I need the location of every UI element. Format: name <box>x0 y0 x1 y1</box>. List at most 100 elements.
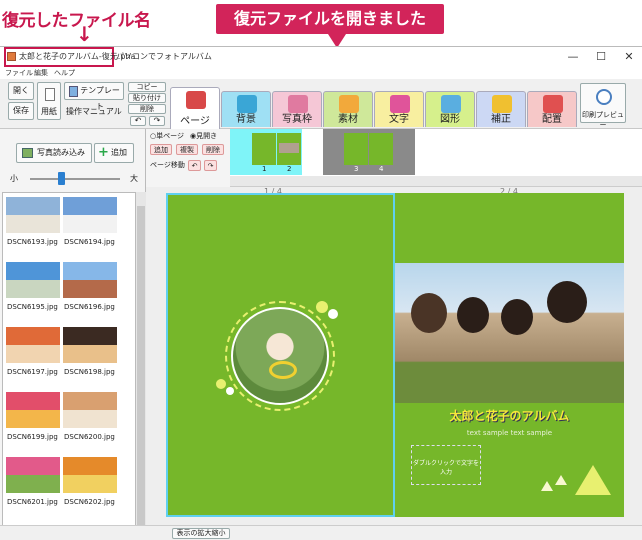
page-thumb-4[interactable] <box>369 133 393 165</box>
load-photos-button[interactable]: 写真読み込み <box>16 143 92 163</box>
maximize-button[interactable]: ☐ <box>594 50 608 63</box>
add-page-button[interactable]: 追加 <box>150 144 172 155</box>
strip-scrollbar[interactable] <box>230 176 642 186</box>
plus-icon: + <box>98 145 109 160</box>
spread-radio[interactable]: ◉見開き <box>190 131 217 141</box>
tab-correction[interactable]: 補正 <box>476 91 526 127</box>
delete-button[interactable]: 削除 <box>128 104 166 114</box>
photo-thumbnail[interactable] <box>63 392 117 428</box>
photo-thumbnail[interactable] <box>63 197 117 233</box>
toolbar: 開く 保存 用紙 テンプレート 操作マニュアル コピー 貼り付け 削除 ↶ ↷ … <box>0 79 642 129</box>
open-button[interactable]: 開く <box>8 82 34 100</box>
single-page-radio[interactable]: ○単ページ <box>150 131 184 141</box>
tab-photo-frame[interactable]: 写真枠 <box>272 91 322 127</box>
page-thumb-2[interactable] <box>277 133 301 165</box>
decor-dot <box>328 309 338 319</box>
photo-filename: DSCN6193.jpg <box>7 238 58 246</box>
photo-scrollbar[interactable] <box>136 192 146 527</box>
group-photo[interactable] <box>395 263 624 403</box>
photo-thumbnail[interactable] <box>63 262 117 298</box>
page-num-2: 2 <box>287 165 292 173</box>
duplicate-page-button[interactable]: 複製 <box>176 144 198 155</box>
print-preview-button[interactable]: 印刷プレビュー <box>580 83 626 129</box>
thumbnail-size-slider[interactable] <box>30 178 120 180</box>
photo-thumbnail[interactable] <box>6 392 60 428</box>
tab-label: 配置 <box>542 114 562 125</box>
tab-label: 図形 <box>440 114 460 125</box>
paper-button[interactable]: 用紙 <box>37 82 61 120</box>
left-page[interactable] <box>166 193 395 517</box>
page-thumb-1[interactable] <box>252 133 276 165</box>
decor-dot <box>316 301 328 313</box>
tab-label: 背景 <box>236 114 256 125</box>
move-right-icon[interactable]: ↷ <box>204 160 217 171</box>
tab-label: 素材 <box>338 114 358 125</box>
print-preview-label: 印刷プレビュー <box>582 111 624 129</box>
load-photos-label: 写真読み込み <box>37 148 85 157</box>
undo-button[interactable]: ↶ <box>130 116 146 126</box>
photo-thumbnail-grid: DSCN6193.jpg DSCN6194.jpg DSCN6195.jpg DSCN… <box>2 192 136 527</box>
delete-page-button[interactable]: 削除 <box>202 144 224 155</box>
text-input-box[interactable]: ダブルクリックで文字を入力 <box>411 445 481 485</box>
photo-panel: 写真読み込み + 追加 小 大 DSCN6193.jpg DSCN6194.jpg… <box>0 129 146 529</box>
photo-filename: DSCN6198.jpg <box>64 368 115 376</box>
child-photo-frame[interactable] <box>231 307 329 405</box>
tab-page[interactable]: ページ <box>170 87 220 129</box>
photo-thumbnail[interactable] <box>6 262 60 298</box>
photo-filename: DSCN6195.jpg <box>7 303 58 311</box>
photo-filename: DSCN6202.jpg <box>64 498 115 506</box>
triangle-decoration <box>575 465 611 495</box>
restored-opened-banner: 復元ファイルを開きました <box>216 4 444 34</box>
right-page[interactable]: 太郎と花子のアルバム text sample text sample ダブルクリ… <box>395 193 624 517</box>
photo-filename: DSCN6197.jpg <box>7 368 58 376</box>
slider-handle[interactable] <box>58 172 65 185</box>
menu-file[interactable]: ファイル <box>5 68 33 78</box>
photo-icon <box>22 148 33 158</box>
app-icon <box>7 52 16 61</box>
tab-background[interactable]: 背景 <box>221 91 271 127</box>
scroll-thumb[interactable] <box>137 206 145 526</box>
paper-label: 用紙 <box>41 107 57 116</box>
redo-button[interactable]: ↷ <box>149 116 165 126</box>
page-move-label: ページ移動 <box>150 161 185 169</box>
menu-edit[interactable]: 編集 <box>34 68 48 78</box>
photo-thumbnail[interactable] <box>63 457 117 493</box>
album-title-text[interactable]: 太郎と花子のアルバム <box>395 407 624 424</box>
tab-material[interactable]: 素材 <box>323 91 373 127</box>
size-large-label: 大 <box>130 174 138 183</box>
size-small-label: 小 <box>10 174 18 183</box>
tab-label: 補正 <box>491 114 511 125</box>
photo-thumbnail[interactable] <box>63 327 117 363</box>
template-icon <box>69 86 78 97</box>
page-thumb-3[interactable] <box>344 133 368 165</box>
menu-help[interactable]: ヘルプ <box>54 68 75 78</box>
tab-shape[interactable]: 図形 <box>425 91 475 127</box>
move-left-icon[interactable]: ↶ <box>188 160 201 171</box>
tab-label: 写真枠 <box>282 114 312 125</box>
magnifier-icon <box>596 89 612 105</box>
photo-thumbnail[interactable] <box>6 197 60 233</box>
paste-button[interactable]: 貼り付け <box>128 93 166 103</box>
photo-filename: DSCN6201.jpg <box>7 498 58 506</box>
tree-decoration <box>555 475 567 485</box>
close-button[interactable]: ✕ <box>622 50 636 63</box>
add-photo-button[interactable]: + 追加 <box>94 143 134 163</box>
photo-filename: DSCN6200.jpg <box>64 433 115 441</box>
template-button[interactable]: テンプレート <box>64 82 124 111</box>
tab-layout[interactable]: 配置 <box>527 91 577 127</box>
minimize-button[interactable]: — <box>566 50 580 63</box>
status-bar: 表示の拡大縮小 <box>0 525 642 540</box>
save-button[interactable]: 保存 <box>8 102 34 120</box>
annotation-arrow: ↓ <box>76 22 93 46</box>
tree-decoration <box>541 481 553 491</box>
zoom-button[interactable]: 表示の拡大縮小 <box>172 528 230 539</box>
copy-button[interactable]: コピー <box>128 82 166 92</box>
tab-text[interactable]: 文字 <box>374 91 424 127</box>
add-photo-label: 追加 <box>111 148 127 157</box>
photo-thumbnail[interactable] <box>6 457 60 493</box>
paper-icon <box>45 88 55 101</box>
sample-subtitle[interactable]: text sample text sample <box>395 429 624 437</box>
manual-link[interactable]: 操作マニュアル <box>66 106 122 117</box>
tab-label: ページ <box>180 116 210 127</box>
photo-thumbnail[interactable] <box>6 327 60 363</box>
